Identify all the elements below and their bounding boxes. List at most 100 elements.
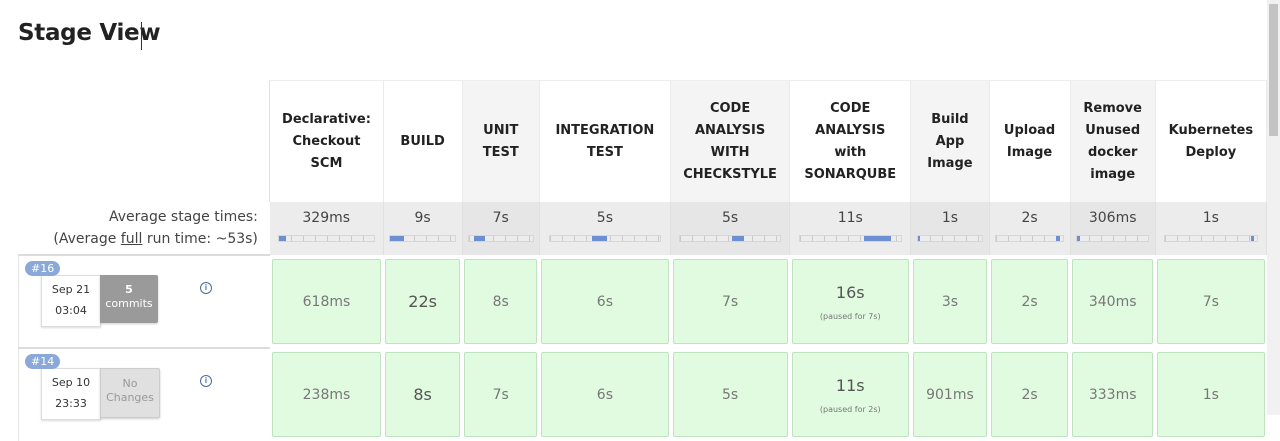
stage-header: CODE ANALYSIS WITH CHECKSTYLE bbox=[670, 80, 791, 202]
average-time-bar bbox=[679, 235, 781, 242]
average-label: Average stage times: (Average full run t… bbox=[19, 202, 270, 255]
stage-header-line: CODE bbox=[709, 100, 751, 116]
header-spacer bbox=[19, 81, 270, 203]
stage-result-cell[interactable]: 5s bbox=[670, 348, 790, 441]
stage-header-line: App bbox=[935, 133, 965, 149]
stage-result-box[interactable]: 6s bbox=[541, 259, 669, 344]
average-full-link[interactable]: full bbox=[121, 231, 143, 247]
stage-result-box[interactable]: 7s bbox=[1157, 259, 1265, 344]
average-time-bar bbox=[388, 235, 457, 242]
stage-duration: 618ms bbox=[302, 293, 351, 310]
average-time-value: 9s bbox=[414, 210, 431, 226]
stage-result-cell[interactable]: 618ms bbox=[269, 255, 384, 348]
changes-label: Changes bbox=[106, 391, 154, 404]
stage-result-box[interactable]: 238ms bbox=[271, 352, 382, 437]
average-time-bar bbox=[1076, 235, 1150, 242]
stage-header: Upload Image bbox=[989, 80, 1071, 202]
stage-result-cell[interactable]: 7s bbox=[462, 348, 540, 441]
stage-result-box[interactable]: 2s bbox=[991, 259, 1069, 344]
stage-result-box[interactable]: 16s (paused for 7s) bbox=[791, 259, 909, 344]
stage-result-box[interactable]: 11s (paused for 2s) bbox=[791, 352, 909, 437]
stage-result-cell[interactable]: 333ms bbox=[1070, 348, 1156, 441]
average-stage-time: 306ms bbox=[1070, 202, 1156, 255]
build-number-badge[interactable]: #14 bbox=[25, 354, 61, 369]
stage-result-cell[interactable]: 2s bbox=[989, 348, 1071, 441]
stage-header-line: with bbox=[834, 144, 867, 160]
stage-result-cell[interactable]: 1s bbox=[1155, 348, 1267, 441]
stage-result-cell[interactable]: 7s bbox=[1155, 255, 1267, 348]
average-time-bar bbox=[798, 235, 902, 242]
stage-result-cell[interactable]: 8s bbox=[462, 255, 540, 348]
stage-result-cell[interactable]: 16s (paused for 7s) bbox=[789, 255, 911, 348]
average-stage-time: 7s bbox=[462, 202, 540, 255]
stage-header-line: INTEGRATION bbox=[555, 122, 655, 138]
build-date: Sep 21 bbox=[51, 283, 91, 296]
stage-duration: 1s bbox=[1202, 386, 1219, 403]
stage-view: Declarative: Checkout SCM BUILD UNIT TEST INTE… bbox=[17, 80, 1268, 441]
stage-duration: 6s bbox=[596, 293, 613, 310]
stage-result-cell[interactable]: 8s bbox=[383, 348, 463, 441]
stage-header-line: SONARQUBE bbox=[804, 166, 897, 182]
stage-result-cell[interactable]: 901ms bbox=[910, 348, 989, 441]
average-time-bar-fill bbox=[473, 236, 485, 241]
stage-result-box[interactable]: 7s bbox=[464, 352, 538, 437]
stage-header: UNIT TEST bbox=[462, 80, 540, 202]
stage-duration: 8s bbox=[413, 385, 432, 404]
stage-duration: 2s bbox=[1021, 386, 1038, 403]
stage-result-cell[interactable]: 22s bbox=[383, 255, 463, 348]
average-stage-times-label: Average stage times: bbox=[108, 209, 258, 225]
page-title: Stage View bbox=[18, 20, 161, 46]
stage-result-box[interactable]: 618ms bbox=[271, 259, 382, 344]
average-time-bar bbox=[994, 235, 1065, 242]
info-icon[interactable]: i bbox=[200, 375, 212, 387]
average-time-bar bbox=[549, 235, 661, 242]
stage-result-box[interactable]: 333ms bbox=[1072, 352, 1154, 437]
paused-note: (paused for 2s) bbox=[819, 404, 881, 414]
stage-result-cell[interactable]: 6s bbox=[539, 348, 671, 441]
scrollbar-thumb[interactable] bbox=[1269, 4, 1278, 136]
build-meta: #14 Sep 10 23:33 No Changes i bbox=[17, 347, 270, 441]
build-date-box: Sep 21 03:04 bbox=[41, 275, 101, 327]
stage-result-cell[interactable]: 3s bbox=[910, 255, 989, 348]
build-time: 23:33 bbox=[55, 397, 87, 410]
stage-duration: 7s bbox=[492, 386, 509, 403]
stage-result-cell[interactable]: 7s bbox=[670, 255, 790, 348]
stage-header-line: image bbox=[1090, 166, 1136, 182]
stage-result-cell[interactable]: 340ms bbox=[1070, 255, 1156, 348]
stage-duration: 333ms bbox=[1088, 386, 1137, 403]
changes-button[interactable]: 5 commits bbox=[100, 275, 158, 323]
stage-result-cell[interactable]: 6s bbox=[539, 255, 671, 348]
stage-result-box[interactable]: 2s bbox=[991, 352, 1069, 437]
build-number-badge[interactable]: #16 bbox=[25, 261, 61, 276]
stage-result-box[interactable]: 8s bbox=[385, 352, 461, 437]
text-cursor bbox=[141, 22, 142, 50]
stage-duration: 238ms bbox=[302, 386, 351, 403]
changes-button[interactable]: No Changes bbox=[100, 368, 160, 418]
stage-result-box[interactable]: 6s bbox=[541, 352, 669, 437]
stage-header-line: BUILD bbox=[400, 133, 445, 149]
stage-duration: 11s bbox=[835, 375, 865, 395]
stage-header-line: Upload bbox=[1003, 122, 1056, 138]
changes-count: No bbox=[122, 377, 138, 390]
stage-result-cell[interactable]: 11s (paused for 2s) bbox=[789, 348, 911, 441]
scrollbar-track[interactable] bbox=[1267, 0, 1280, 415]
stage-result-box[interactable]: 22s bbox=[385, 259, 461, 344]
stage-header-line: CHECKSTYLE bbox=[683, 166, 777, 182]
stage-result-box[interactable]: 1s bbox=[1157, 352, 1265, 437]
stage-result-cell[interactable]: 238ms bbox=[269, 348, 384, 441]
average-stage-time: 5s bbox=[539, 202, 672, 255]
build-row: #14 Sep 10 23:33 No Changes i 238ms 8s 7s 6s 5s 11s… bbox=[17, 347, 1267, 441]
stage-result-box[interactable]: 340ms bbox=[1072, 259, 1154, 344]
stage-result-box[interactable]: 3s bbox=[912, 259, 987, 344]
stage-result-box[interactable]: 901ms bbox=[912, 352, 987, 437]
average-time-bar-fill bbox=[917, 236, 921, 241]
stage-header-line: docker bbox=[1087, 144, 1138, 160]
stage-result-box[interactable]: 5s bbox=[672, 352, 788, 437]
stage-result-box[interactable]: 8s bbox=[464, 259, 538, 344]
stage-result-box[interactable]: 7s bbox=[672, 259, 788, 344]
stage-result-cell[interactable]: 2s bbox=[989, 255, 1071, 348]
info-icon[interactable]: i bbox=[200, 282, 212, 294]
paused-note: (paused for 7s) bbox=[819, 311, 881, 321]
stage-duration: 2s bbox=[1021, 293, 1038, 310]
average-stage-time: 2s bbox=[989, 202, 1071, 255]
